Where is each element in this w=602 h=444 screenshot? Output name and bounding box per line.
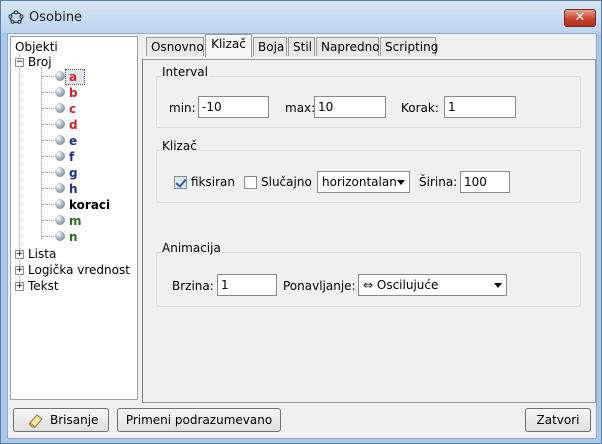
expand-logicka-icon[interactable]: +	[15, 266, 24, 275]
number-object-icon	[55, 199, 65, 209]
geogebra-icon	[8, 10, 24, 24]
step-label: Korak:	[401, 101, 439, 115]
animation-group: Animacija Brzina: 1 Ponavljanje: ⇔ Oscil…	[156, 241, 581, 307]
apply-default-button[interactable]: Primeni podrazumevano	[117, 408, 281, 432]
tree-item-d[interactable]: d	[69, 118, 78, 132]
slider-group: Klizač fiksiran Slučajno horizontalan Ši…	[156, 139, 581, 203]
tree-branch	[42, 140, 54, 141]
tree-branch	[42, 188, 54, 189]
tree-item-h[interactable]: h	[69, 182, 78, 196]
close-dialog-button[interactable]: Zatvori	[525, 408, 591, 432]
repeat-value: ⇔ Oscilujuće	[363, 278, 439, 292]
slider-group-title: Klizač	[161, 139, 198, 153]
min-field[interactable]: -10	[198, 96, 269, 118]
max-label: max:	[285, 101, 316, 115]
random-checkbox[interactable]	[244, 176, 257, 189]
tree-branch	[42, 124, 54, 125]
tree-group-tekst[interactable]: Tekst	[28, 279, 59, 293]
number-object-icon	[55, 231, 65, 241]
slider-tab-panel: Interval min: -10 max: 10 Korak: 1 Kliza…	[142, 59, 596, 403]
fixed-label[interactable]: fiksiran	[191, 175, 235, 189]
delete-button[interactable]: Brisanje	[13, 408, 109, 432]
tree-branch	[42, 92, 54, 93]
tree-branch	[42, 108, 54, 109]
tree-item-c[interactable]: c	[69, 102, 76, 116]
random-label[interactable]: Slučajno	[261, 175, 312, 189]
fixed-checkbox[interactable]	[174, 176, 187, 189]
eraser-icon	[28, 414, 43, 428]
number-object-icon	[55, 167, 65, 177]
tab-boja[interactable]: Boja	[253, 37, 287, 56]
close-button[interactable]: ✕	[564, 9, 596, 27]
tree-item-n[interactable]: n	[69, 230, 78, 244]
width-field[interactable]: 100	[460, 171, 510, 193]
expand-tekst-icon[interactable]: +	[15, 282, 24, 291]
tree-group-broj[interactable]: Broj	[28, 55, 52, 69]
interval-group: Interval min: -10 max: 10 Korak: 1	[156, 65, 581, 128]
animation-group-title: Animacija	[161, 241, 222, 255]
close-icon: ✕	[574, 10, 586, 25]
number-object-icon	[55, 183, 65, 193]
tree-branch	[42, 204, 54, 205]
tree-branch	[42, 76, 54, 77]
interval-group-title: Interval	[161, 65, 209, 79]
tree-item-e[interactable]: e	[69, 134, 77, 148]
tree-item-m[interactable]: m	[69, 214, 82, 228]
tree-branch	[42, 236, 54, 237]
max-field[interactable]: 10	[314, 96, 386, 118]
collapse-broj-icon[interactable]: −	[15, 58, 24, 67]
tab-osnovno[interactable]: Osnovno	[146, 37, 204, 56]
tree-root-label[interactable]: Objekti	[15, 40, 58, 54]
tree-item-f[interactable]: f	[69, 150, 74, 164]
min-label: min:	[169, 101, 196, 115]
delete-button-label: Brisanje	[50, 413, 99, 427]
number-object-icon	[55, 151, 65, 161]
number-object-icon	[55, 215, 65, 225]
tab-napredno[interactable]: Napredno	[316, 37, 380, 56]
speed-label: Brzina:	[172, 279, 214, 293]
dialog-body: Objekti − Broj a b c d e f g h koraci m …	[7, 33, 597, 439]
step-field[interactable]: 1	[444, 96, 516, 118]
chevron-down-icon	[397, 180, 405, 185]
number-object-icon	[55, 71, 65, 81]
tree-item-koraci[interactable]: koraci	[69, 198, 110, 212]
number-object-icon	[55, 87, 65, 97]
tab-stil[interactable]: Stil	[288, 37, 315, 56]
tree-branch	[42, 220, 54, 221]
tree-item-a[interactable]: a	[69, 70, 77, 84]
tree-item-b[interactable]: b	[69, 86, 78, 100]
number-object-icon	[55, 135, 65, 145]
tree-branch	[42, 156, 54, 157]
width-label: Širina:	[419, 175, 458, 189]
object-tree[interactable]: Objekti − Broj a b c d e f g h koraci m …	[10, 36, 138, 400]
window-title: Osobine	[29, 10, 83, 25]
tree-item-g[interactable]: g	[69, 166, 78, 180]
number-object-icon	[55, 103, 65, 113]
repeat-select[interactable]: ⇔ Oscilujuće	[358, 274, 507, 296]
tree-group-lista[interactable]: Lista	[28, 247, 56, 261]
tab-klizac[interactable]: Klizač	[205, 34, 252, 57]
tab-scripting[interactable]: Scripting	[380, 37, 438, 56]
tree-group-logicka-vrednost[interactable]: Logička vrednost	[28, 263, 130, 277]
repeat-label: Ponavljanje:	[283, 279, 356, 293]
properties-window: Osobine ✕ Objekti − Broj a b c d e f g h…	[0, 0, 602, 444]
title-bar[interactable]: Osobine ✕	[1, 1, 601, 33]
expand-lista-icon[interactable]: +	[15, 250, 24, 259]
speed-field[interactable]: 1	[217, 274, 277, 296]
chevron-down-icon	[494, 283, 502, 288]
orientation-value: horizontalan	[322, 175, 397, 189]
tree-branch	[42, 172, 54, 173]
number-object-icon	[55, 119, 65, 129]
orientation-select[interactable]: horizontalan	[317, 171, 410, 193]
tree-connector	[41, 68, 42, 239]
